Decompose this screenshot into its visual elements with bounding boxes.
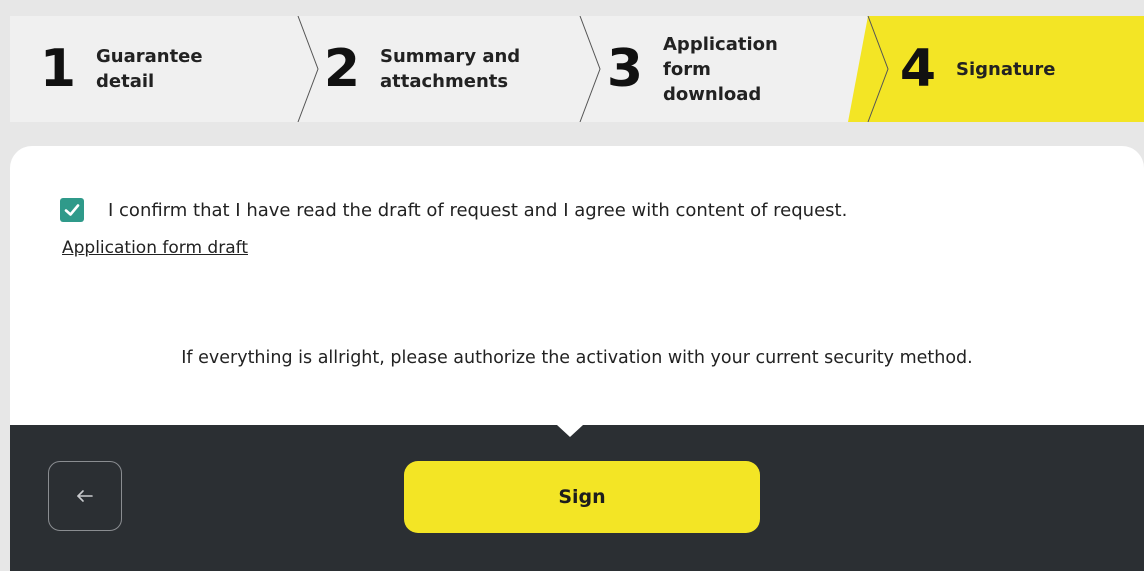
back-button[interactable]: [48, 461, 122, 531]
step-guarantee-detail[interactable]: 1 Guarantee detail: [32, 16, 203, 122]
card-notch: [557, 425, 583, 437]
step-summary-attachments[interactable]: 2 Summary and attachments: [316, 16, 520, 122]
step-signature[interactable]: 4 Signature: [892, 16, 1056, 122]
sign-button[interactable]: Sign: [404, 461, 760, 533]
arrow-left-icon: [77, 490, 93, 502]
application-form-draft-link[interactable]: Application form draft: [62, 238, 248, 258]
step-number: 1: [39, 39, 77, 99]
step-number: 2: [323, 39, 361, 99]
confirmation-row: I confirm that I have read the draft of …: [60, 198, 847, 222]
step-number: 4: [899, 39, 937, 99]
signature-page: 1 Guarantee detail 2 Summary and attachm…: [0, 0, 1144, 571]
confirm-text: I confirm that I have read the draft of …: [108, 199, 848, 221]
step-label: Guarantee detail: [96, 46, 203, 92]
step-label: Summary and attachments: [380, 46, 521, 92]
step-label: Application form download: [663, 33, 778, 105]
step-label: Signature: [956, 58, 1056, 80]
step-application-form-download[interactable]: 3 Application form download: [599, 16, 778, 122]
confirm-checkbox[interactable]: [60, 198, 84, 222]
authorize-instructions: If everything is allright, please author…: [181, 348, 973, 368]
step-number: 3: [606, 39, 644, 99]
check-icon: [64, 204, 80, 216]
progress-stepper: 1 Guarantee detail 2 Summary and attachm…: [10, 16, 1144, 122]
content-card: I confirm that I have read the draft of …: [10, 146, 1144, 426]
